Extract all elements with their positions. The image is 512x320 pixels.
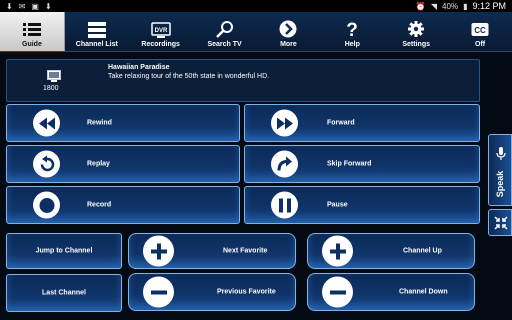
nav-label: Off (475, 41, 486, 48)
notification-icons: ⬇ ✉ ▣ ⬇ (6, 2, 52, 11)
forward-button[interactable]: Forward (244, 104, 480, 142)
nav-label: Channel List (75, 41, 118, 48)
wifi-icon: ◥ (430, 1, 438, 11)
rewind-icon (33, 109, 60, 137)
forward-label: Forward (327, 119, 355, 127)
svg-text:CC: CC (474, 26, 486, 35)
replay-icon (33, 150, 60, 178)
nav-label: Search TV (207, 41, 242, 48)
image-icon: ▣ (31, 1, 39, 11)
last-channel-label: Last Channel (42, 289, 86, 297)
last-channel-button[interactable]: Last Channel (6, 274, 122, 312)
plus-icon (143, 235, 174, 267)
skip-forward-button[interactable]: Skip Forward (244, 145, 480, 183)
now-playing-panel[interactable]: 1800 Hawaiian Paradise Take relaxing tou… (6, 59, 480, 102)
channel-down-button[interactable]: Channel Down (307, 273, 475, 311)
nav-channel-list[interactable]: Channel List (65, 12, 129, 51)
guide-icon (22, 23, 41, 36)
jump-to-channel-button[interactable]: Jump to Channel (6, 233, 122, 269)
program-description: Take relaxing tour of the 50th state in … (108, 73, 270, 80)
channel-down-label: Channel Down (399, 288, 448, 296)
channel-up-button[interactable]: Channel Up (307, 233, 475, 269)
pause-icon (271, 191, 298, 219)
more-arrow-icon (279, 20, 297, 38)
nav-label: More (280, 41, 297, 48)
nav-label: Guide (22, 41, 42, 48)
channel-up-label: Channel Up (403, 247, 442, 255)
channel-number: 1800 (43, 85, 59, 92)
record-icon (33, 191, 60, 219)
rewind-label: Rewind (87, 119, 112, 127)
record-label: Record (87, 201, 112, 209)
previous-favorite-button[interactable]: Previous Favorite (128, 273, 296, 311)
battery-level: 40% (442, 1, 459, 11)
jump-to-channel-label: Jump to Channel (35, 247, 93, 255)
help-icon: ? (347, 20, 359, 38)
channel-list-icon (87, 22, 106, 38)
record-button[interactable]: Record (6, 186, 240, 224)
download-icon: ⬇ (6, 1, 13, 11)
nav-label: Help (344, 41, 360, 48)
nav-recordings[interactable]: DVR Recordings (129, 12, 193, 51)
svg-text:DVR: DVR (154, 28, 167, 34)
mail-icon: ✉ (18, 1, 26, 11)
tv-icon (47, 70, 61, 82)
speak-label: Speak (495, 170, 505, 198)
nav-label: Settings (402, 41, 430, 48)
collapse-button[interactable] (488, 209, 512, 236)
plus-icon (322, 235, 353, 267)
cc-icon: CC (471, 23, 489, 36)
replay-label: Replay (87, 160, 110, 168)
nav-search-tv[interactable]: Search TV (193, 12, 257, 51)
nav-settings[interactable]: Settings (384, 12, 448, 51)
search-icon (215, 21, 233, 38)
nav-closed-captions[interactable]: CC Off (448, 12, 512, 51)
minus-icon (322, 276, 353, 308)
battery-icon: ▮ (463, 1, 468, 11)
rewind-button[interactable]: Rewind (6, 104, 240, 142)
pause-label: Pause (327, 201, 348, 209)
nav-help[interactable]: ? Help (320, 12, 384, 51)
nav-more[interactable]: More (257, 12, 321, 51)
minus-icon (143, 276, 174, 308)
nav-label: Recordings (141, 41, 180, 48)
speak-button[interactable]: Speak (488, 134, 512, 206)
top-nav: Guide Channel List DVR Recordings Search… (0, 12, 512, 52)
program-title: Hawaiian Paradise (108, 64, 170, 71)
replay-button[interactable]: Replay (6, 145, 240, 183)
dvr-icon: DVR (150, 22, 171, 38)
alarm-icon: ⏰ (415, 1, 426, 11)
nav-guide[interactable]: Guide (0, 12, 65, 51)
microphone-icon (496, 147, 506, 160)
pause-button[interactable]: Pause (244, 186, 480, 224)
next-favorite-button[interactable]: Next Favorite (128, 233, 296, 269)
previous-favorite-label: Previous Favorite (217, 288, 276, 296)
next-favorite-label: Next Favorite (223, 247, 268, 255)
status-bar: ⬇ ✉ ▣ ⬇ ⏰ ◥ 40% ▮ 9:12 PM (0, 0, 512, 12)
skip-forward-icon (271, 150, 298, 178)
collapse-arrows-icon (494, 216, 508, 230)
clock: 9:12 PM (472, 1, 506, 11)
svg-text:?: ? (347, 20, 359, 38)
settings-gear-icon (408, 21, 425, 37)
download-icon: ⬇ (44, 1, 52, 11)
fast-forward-icon (271, 109, 298, 137)
skip-forward-label: Skip Forward (327, 160, 372, 168)
